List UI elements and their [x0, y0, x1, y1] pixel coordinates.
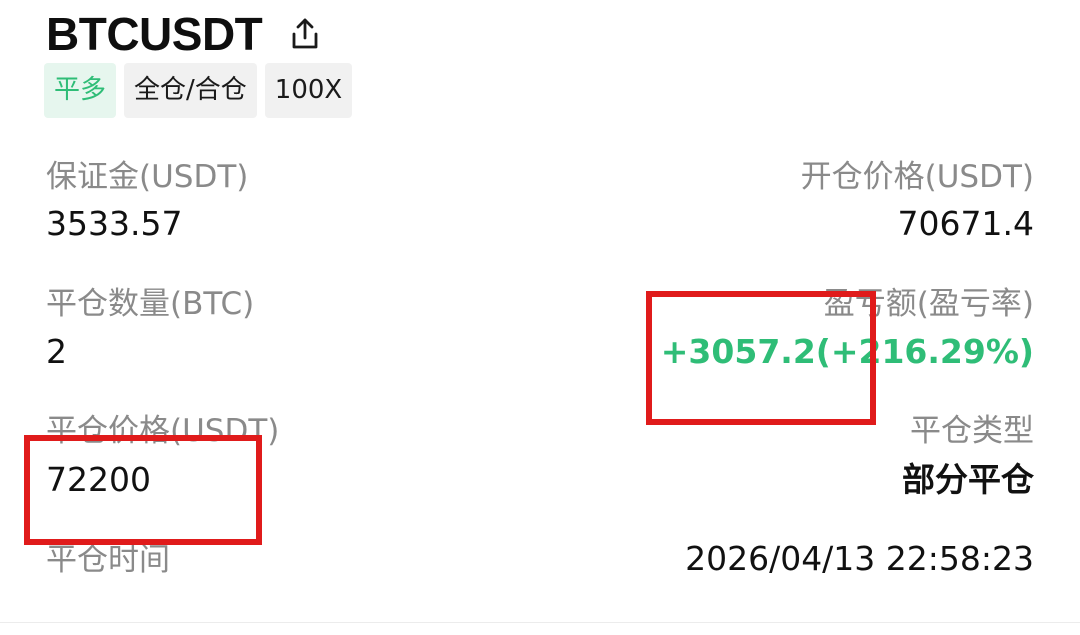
margin-label: 保证金(USDT): [46, 159, 249, 195]
side-badge: 平多: [44, 63, 117, 118]
open-price-label: 开仓价格(USDT): [800, 159, 1034, 195]
leverage-badge: 100X: [264, 63, 353, 118]
close-time-label: 平仓时间: [46, 542, 170, 578]
pnl-highlight-box: [646, 291, 876, 425]
close-quantity-value: 2: [46, 332, 67, 371]
trade-header: BTCUSDT: [46, 6, 324, 62]
margin-value: 3533.57: [46, 204, 183, 243]
close-type-label: 平仓类型: [910, 413, 1034, 449]
position-tags: 平多 全仓/合仓 100X: [44, 63, 353, 118]
symbol-title: BTCUSDT: [46, 8, 263, 60]
share-icon[interactable]: [286, 15, 324, 53]
close-type-value: 部分平仓: [902, 460, 1034, 499]
bottom-divider: [0, 622, 1080, 623]
close-time-value: 2026/04/13 22:58:23: [685, 539, 1034, 578]
margin-mode-badge: 全仓/合仓: [124, 63, 257, 118]
close-quantity-label: 平仓数量(BTC): [46, 286, 255, 322]
open-price-value: 70671.4: [897, 204, 1034, 243]
close-price-highlight-box: [24, 435, 262, 545]
